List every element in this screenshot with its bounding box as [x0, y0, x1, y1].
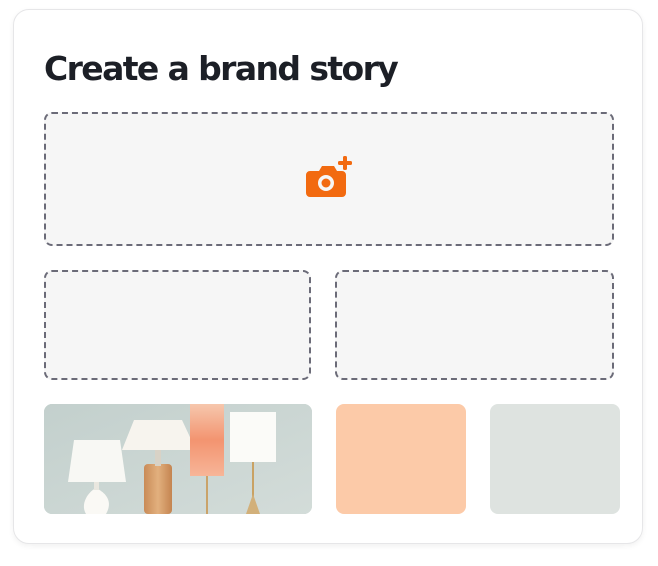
- color-swatch-peach[interactable]: [336, 404, 466, 514]
- lamp-photo-thumbnail[interactable]: [44, 404, 312, 514]
- lamps-image: [44, 404, 312, 514]
- upload-slot-secondary-right[interactable]: [335, 270, 614, 380]
- add-photo-button[interactable]: [302, 154, 354, 200]
- card-title: Create a brand story: [44, 49, 399, 88]
- camera-plus-icon: [306, 156, 352, 197]
- color-swatch-grey[interactable]: [490, 404, 620, 514]
- upload-slot-secondary-left[interactable]: [44, 270, 311, 380]
